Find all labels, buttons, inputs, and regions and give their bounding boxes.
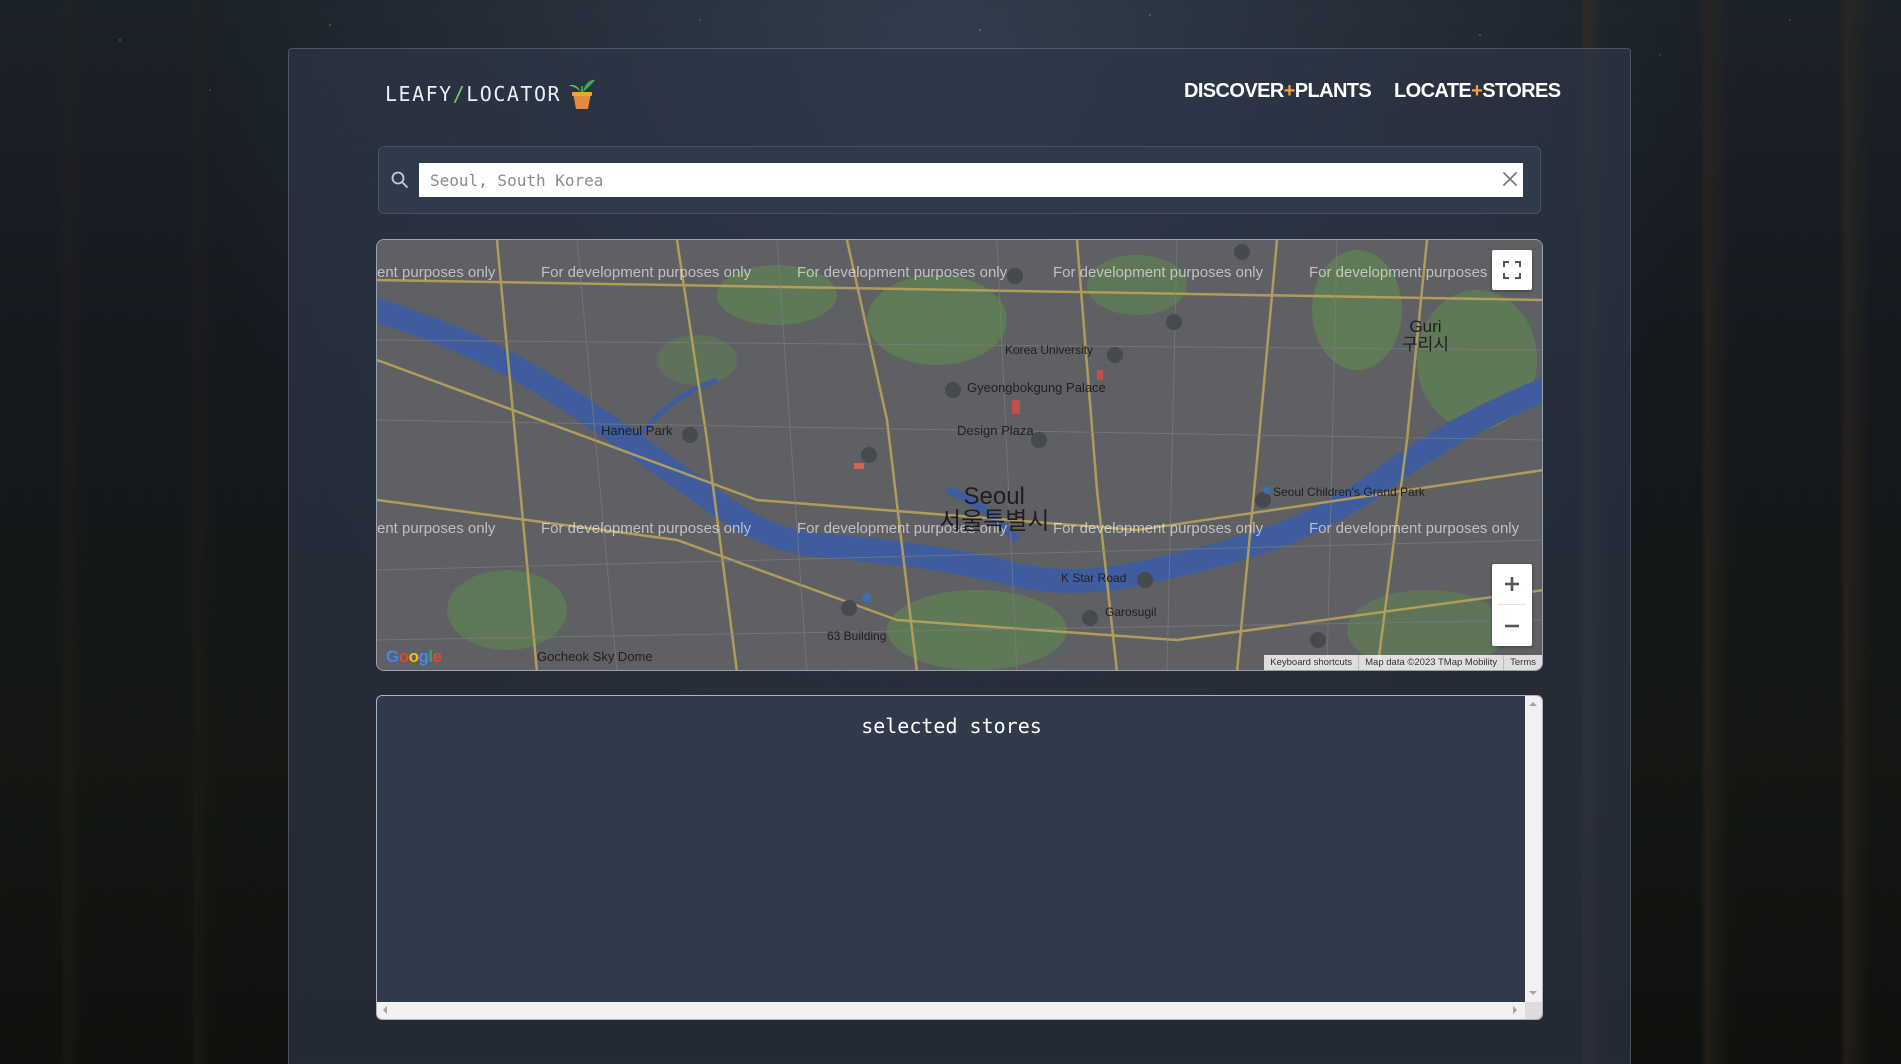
map-attribution: Keyboard shortcuts Map data ©2023 TMap M…: [1264, 655, 1542, 670]
map-city-seoul: Seoul 서울특별시: [939, 483, 1050, 536]
scroll-left-arrow-icon[interactable]: [383, 1006, 387, 1014]
search-input[interactable]: [419, 163, 1523, 197]
map-watermark: For development purposes only: [1309, 264, 1520, 281]
map-terrain: [377, 240, 1542, 670]
map-nearby-city: Guri: [1409, 317, 1442, 336]
map-place-label: Gocheok Sky Dome: [537, 649, 653, 664]
map-place-label: K Star Road: [1061, 571, 1127, 585]
map-watermark: For development purposes only: [541, 520, 752, 537]
map-city-guri: Guri 구리시: [1402, 318, 1449, 354]
brand-logo[interactable]: LEAFY / LOCATOR: [385, 76, 597, 112]
nav-stores-plus: +: [1471, 80, 1483, 102]
nav-stores-text-2: STORES: [1482, 80, 1561, 102]
map-city-name: Seoul: [963, 483, 1025, 510]
zoom-out-button[interactable]: [1492, 606, 1532, 646]
brand-name-part1: LEAFY: [385, 82, 453, 106]
minus-icon: [1505, 624, 1519, 628]
map-view[interactable]: ent purposes only For development purpos…: [376, 239, 1543, 671]
nav-plants-text-2: PLANTS: [1294, 80, 1372, 102]
map-watermark: ent purposes only: [377, 264, 496, 281]
keyboard-shortcuts-link[interactable]: Keyboard shortcuts: [1264, 655, 1358, 670]
zoom-in-button[interactable]: [1492, 564, 1532, 604]
map-place-label: Garosugil: [1105, 605, 1157, 619]
map-place-label: Seoul Children's Grand Park: [1273, 485, 1425, 499]
potted-plant-icon: [569, 79, 596, 109]
horizontal-scrollbar[interactable]: [377, 1002, 1525, 1019]
scroll-up-arrow-icon[interactable]: [1529, 702, 1537, 706]
nav-plants-plus: +: [1283, 80, 1296, 102]
fullscreen-button[interactable]: [1492, 250, 1532, 290]
zoom-controls: [1492, 564, 1532, 646]
scrollbar-corner: [1525, 1002, 1542, 1019]
scroll-right-arrow-icon[interactable]: [1513, 1006, 1517, 1014]
map-place-label: Haneul Park: [601, 423, 673, 438]
map-watermark: For development purposes only: [1053, 520, 1264, 537]
nav-locate-stores[interactable]: LOCATE+STORES: [1394, 80, 1561, 103]
scroll-down-arrow-icon[interactable]: [1529, 991, 1537, 995]
fullscreen-icon: [1503, 261, 1521, 279]
search-icon: [391, 171, 408, 188]
stores-title: selected stores: [861, 714, 1042, 738]
map-nearby-city-kr: 구리시: [1402, 334, 1449, 354]
plus-icon: [1505, 577, 1519, 591]
close-icon[interactable]: [1501, 170, 1519, 188]
vertical-scrollbar[interactable]: [1525, 696, 1542, 1002]
map-data-text: Map data ©2023 TMap Mobility: [1358, 655, 1503, 670]
nav-stores-text: LOCATE: [1394, 80, 1472, 102]
zoom-separator: [1498, 604, 1526, 605]
google-logo[interactable]: Google: [386, 647, 442, 667]
map-watermark: For development purposes only: [797, 264, 1008, 281]
map-place-label: 63 Building: [827, 629, 887, 643]
map-city-name-kr: 서울특별시: [939, 508, 1050, 536]
brand-slash: /: [452, 82, 467, 106]
map-place-label: Design Plaza: [957, 423, 1034, 438]
selected-stores-panel[interactable]: selected stores: [376, 695, 1543, 1020]
terms-link[interactable]: Terms: [1503, 655, 1542, 670]
nav-plants-text: DISCOVER: [1184, 80, 1284, 102]
map-watermark: ent purposes only: [377, 520, 496, 537]
map-place-label: Gyeongbokgung Palace: [967, 380, 1106, 395]
map-watermark: For development purposes only: [541, 264, 752, 281]
map-watermark: For development purposes only: [1309, 520, 1520, 537]
map-watermark: For development purposes only: [1053, 264, 1264, 281]
map-place-label: Korea University: [1005, 343, 1094, 357]
brand-name-part2: LOCATOR: [466, 82, 562, 106]
nav-discover-plants[interactable]: DISCOVER+PLANTS: [1184, 80, 1372, 103]
